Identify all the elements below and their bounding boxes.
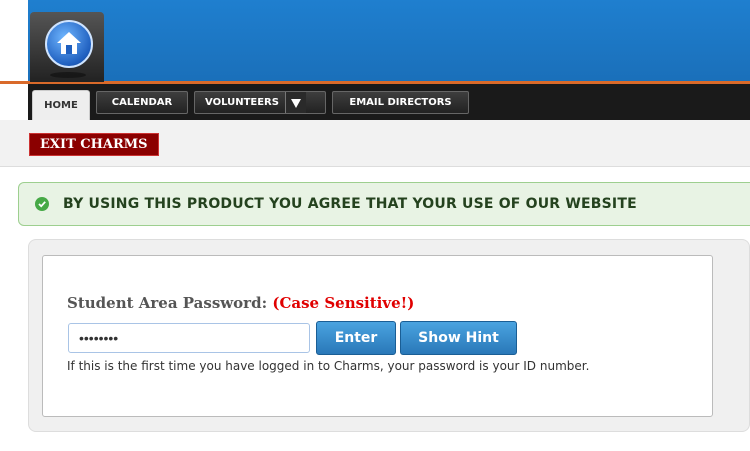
check-circle-icon xyxy=(35,197,49,211)
password-label: Student Area Password: (Case Sensitive!) xyxy=(67,294,414,312)
header-bar xyxy=(0,0,750,84)
tab-volunteers[interactable]: VOLUNTEERS xyxy=(194,91,326,114)
password-label-text: Student Area Password: xyxy=(67,294,268,312)
agreement-text: BY USING THIS PRODUCT YOU AGREE THAT YOU… xyxy=(63,196,637,212)
password-help-text: If this is the first time you have logge… xyxy=(67,359,590,373)
tab-calendar[interactable]: CALENDAR xyxy=(96,91,188,114)
tab-home[interactable]: HOME xyxy=(32,90,90,120)
action-bar: EXIT CHARMS xyxy=(0,120,750,167)
chevron-down-icon[interactable] xyxy=(284,92,306,113)
header-left-gap xyxy=(0,0,28,84)
show-hint-button[interactable]: Show Hint xyxy=(400,321,517,355)
agreement-banner: BY USING THIS PRODUCT YOU AGREE THAT YOU… xyxy=(18,182,750,226)
enter-button[interactable]: Enter xyxy=(316,321,396,355)
exit-charms-button[interactable]: EXIT CHARMS xyxy=(29,133,159,156)
tab-label: CALENDAR xyxy=(111,97,173,108)
login-panel: Student Area Password: (Case Sensitive!)… xyxy=(42,255,713,417)
tab-label: HOME xyxy=(44,100,78,111)
main-nav: HOME CALENDAR VOLUNTEERS EMAIL DIRECTORS xyxy=(28,84,750,120)
home-icon-shadow xyxy=(50,72,86,78)
home-logo-button[interactable] xyxy=(30,12,104,82)
nav-left-gap xyxy=(0,84,28,120)
tab-label: VOLUNTEERS xyxy=(205,97,279,108)
password-input[interactable] xyxy=(68,323,310,353)
tab-label: EMAIL DIRECTORS xyxy=(349,97,452,108)
home-icon xyxy=(45,20,93,68)
tab-email-directors[interactable]: EMAIL DIRECTORS xyxy=(332,91,469,114)
case-sensitive-note: (Case Sensitive!) xyxy=(272,294,415,312)
